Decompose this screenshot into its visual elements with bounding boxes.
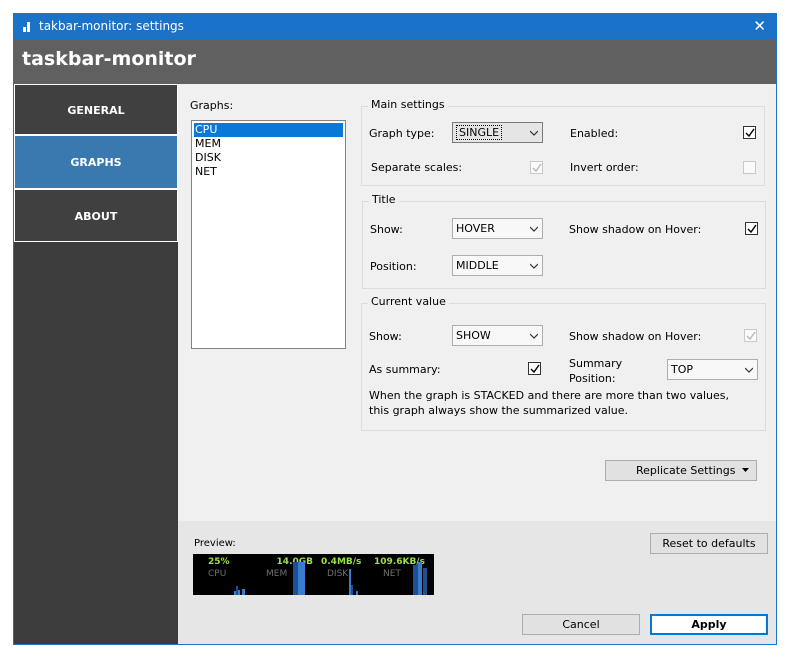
as-summary-checkbox[interactable] — [528, 362, 541, 375]
value-show-value: SHOW — [456, 329, 491, 342]
invert-order-label: Invert order: — [570, 161, 639, 174]
title-position-label: Position: — [370, 260, 417, 273]
value-shadow-checkbox[interactable] — [744, 329, 757, 342]
replicate-settings-label: Replicate Settings — [636, 464, 736, 477]
enabled-label: Enabled: — [570, 127, 619, 140]
as-summary-label: As summary: — [369, 363, 441, 376]
title-shadow-checkbox[interactable] — [745, 222, 758, 235]
window-title: takbar-monitor: settings — [39, 19, 184, 33]
chevron-down-icon — [530, 130, 538, 136]
list-item-disk[interactable]: DISK — [192, 151, 345, 165]
chevron-down-icon — [530, 226, 538, 232]
preview-cpu-name: CPU — [208, 569, 227, 579]
bottom-panel: Preview: Reset to defaults 25% CPU 14.0G… — [178, 521, 776, 644]
check-icon — [746, 331, 756, 341]
summary-position-value: TOP — [671, 363, 694, 376]
app-bar-chart-icon — [22, 20, 34, 32]
preview-disk-value: 0.4MB/s — [321, 557, 362, 567]
preview-label: Preview: — [194, 538, 236, 549]
title-group: Title Show: HOVER Show shadow on Hover: … — [362, 193, 766, 289]
check-icon — [747, 224, 757, 234]
sidebar-item-label: GENERAL — [67, 104, 125, 117]
apply-button[interactable]: Apply — [650, 614, 768, 635]
check-icon — [530, 364, 540, 374]
graph-type-value: SINGLE — [456, 125, 503, 140]
title-shadow-label: Show shadow on Hover: — [569, 223, 702, 236]
invert-order-checkbox[interactable] — [743, 161, 756, 174]
preview-strip: 25% CPU 14.0GB MEM 0.4MB/s DISK — [193, 554, 434, 595]
list-item-net[interactable]: NET — [192, 165, 345, 179]
separate-scales-checkbox[interactable] — [530, 161, 543, 174]
enabled-checkbox[interactable] — [743, 126, 756, 139]
separate-scales-label: Separate scales: — [371, 161, 463, 174]
preview-disk: 0.4MB/s DISK — [309, 554, 367, 595]
dropdown-arrow-icon — [742, 468, 749, 472]
sidebar-item-label: ABOUT — [74, 210, 118, 223]
preview-net: 109.6KB/s NET — [369, 554, 434, 595]
sidebar-item-about[interactable]: ABOUT — [14, 189, 178, 242]
summary-note-line-2: this graph always show the summarized va… — [369, 404, 629, 417]
chevron-down-icon — [530, 333, 538, 339]
reset-defaults-button[interactable]: Reset to defaults — [650, 533, 768, 554]
title-section-title: Title — [369, 193, 399, 206]
current-value-title: Current value — [368, 295, 449, 308]
preview-mem-name: MEM — [266, 569, 288, 579]
graph-type-label: Graph type: — [369, 127, 435, 140]
title-show-value: HOVER — [456, 222, 495, 235]
graphs-panel: Graphs: CPU MEM DISK NET Main settings G… — [178, 84, 776, 521]
sidebar-item-label: GRAPHS — [70, 156, 122, 169]
check-icon — [532, 163, 542, 173]
summary-position-label-2: Position: — [569, 372, 616, 385]
title-position-value: MIDDLE — [456, 259, 499, 272]
graph-type-select[interactable]: SINGLE — [452, 122, 543, 143]
close-icon[interactable]: ✕ — [753, 17, 766, 35]
app-title: taskbar-monitor — [22, 48, 196, 70]
summary-position-select[interactable]: TOP — [667, 359, 758, 380]
chevron-down-icon — [530, 263, 538, 269]
title-bar[interactable]: takbar-monitor: settings ✕ — [14, 14, 776, 39]
check-icon — [745, 128, 755, 138]
settings-window: takbar-monitor: settings ✕ taskbar-monit… — [13, 13, 777, 645]
summary-note-line-1: When the graph is STACKED and there are … — [369, 389, 729, 402]
title-show-label: Show: — [370, 223, 403, 236]
app-header: taskbar-monitor — [14, 39, 776, 84]
graphs-listbox[interactable]: CPU MEM DISK NET — [191, 120, 346, 349]
list-item-cpu[interactable]: CPU — [194, 123, 343, 137]
cancel-button[interactable]: Cancel — [522, 614, 640, 635]
preview-net-name: NET — [383, 569, 401, 579]
value-show-label: Show: — [369, 330, 402, 343]
preview-mem: 14.0GB MEM — [253, 554, 313, 595]
title-position-select[interactable]: MIDDLE — [452, 255, 543, 276]
chevron-down-icon — [745, 367, 753, 373]
preview-cpu-value: 25% — [208, 557, 230, 567]
graphs-label: Graphs: — [190, 99, 234, 112]
current-value-group: Current value Show: SHOW Show shadow on … — [361, 295, 766, 431]
main-settings-group: Main settings Graph type: SINGLE Enabled… — [361, 98, 765, 186]
sidebar-item-graphs[interactable]: GRAPHS — [14, 135, 178, 189]
sidebar-item-general[interactable]: GENERAL — [14, 84, 178, 135]
preview-cpu: 25% CPU — [193, 554, 251, 595]
summary-position-label: Summary — [569, 357, 623, 370]
list-item-mem[interactable]: MEM — [192, 137, 345, 151]
sidebar: GENERAL GRAPHS ABOUT — [14, 84, 178, 644]
value-shadow-label: Show shadow on Hover: — [569, 330, 702, 343]
title-show-select[interactable]: HOVER — [452, 218, 543, 239]
value-show-select[interactable]: SHOW — [452, 325, 543, 346]
replicate-settings-button[interactable]: Replicate Settings — [605, 460, 757, 481]
main-settings-title: Main settings — [368, 98, 448, 111]
preview-disk-name: DISK — [327, 569, 349, 579]
